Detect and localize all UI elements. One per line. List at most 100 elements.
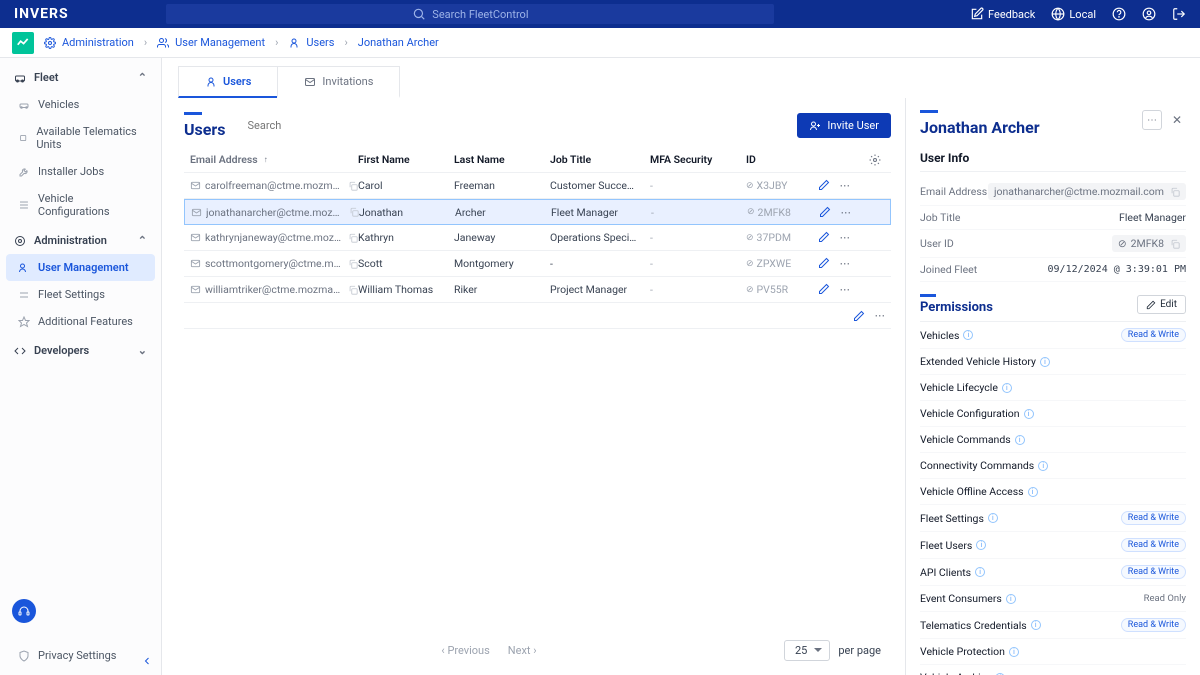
col-jobtitle[interactable]: Job Title bbox=[550, 153, 650, 166]
info-icon[interactable]: i bbox=[1040, 357, 1050, 367]
info-icon[interactable]: i bbox=[1028, 487, 1038, 497]
col-lastname[interactable]: Last Name bbox=[454, 153, 550, 166]
table-row[interactable]: scottmontgomery@ctme.moz.… Scott Montgom… bbox=[184, 251, 891, 277]
edit-icon[interactable] bbox=[853, 310, 865, 322]
help-fab[interactable] bbox=[12, 599, 36, 623]
info-icon[interactable]: i bbox=[1006, 594, 1016, 604]
copy-icon[interactable] bbox=[348, 259, 358, 269]
info-icon[interactable]: i bbox=[1024, 409, 1034, 419]
perm-name: Vehicle Offline Access i bbox=[920, 485, 1038, 498]
edit-row-button[interactable] bbox=[818, 231, 830, 244]
info-icon[interactable]: i bbox=[963, 330, 973, 340]
row-more-button[interactable]: ⋯ bbox=[840, 179, 851, 192]
sidebar-item-fleet-settings[interactable]: Fleet Settings bbox=[6, 281, 155, 308]
edit-row-button[interactable] bbox=[819, 206, 831, 219]
global-search[interactable]: Search FleetControl bbox=[166, 4, 774, 24]
more-button[interactable]: ⋯ bbox=[1142, 110, 1162, 130]
app-icon[interactable] bbox=[12, 32, 34, 54]
copy-icon[interactable] bbox=[348, 233, 358, 243]
userid-chip: ⊘ 2MFK8 bbox=[1112, 235, 1186, 252]
info-icon[interactable]: i bbox=[975, 567, 985, 577]
perm-pill[interactable]: Read & Write bbox=[1121, 511, 1186, 525]
user-icon bbox=[288, 37, 300, 49]
row-more-button[interactable]: ⋯ bbox=[840, 231, 851, 244]
edit-permissions-button[interactable]: Edit bbox=[1137, 295, 1186, 314]
page-size-select[interactable]: 25 bbox=[784, 640, 830, 661]
lastname-value: Archer bbox=[455, 206, 551, 219]
jobtitle-value: - bbox=[550, 257, 650, 270]
sidebar-item-telematics[interactable]: Available Telematics Units bbox=[6, 118, 155, 158]
crumb-user-mgmt[interactable]: User Management bbox=[157, 36, 265, 49]
collapse-sidebar[interactable] bbox=[141, 655, 153, 667]
tab-users[interactable]: Users bbox=[178, 66, 277, 98]
row-more-button[interactable]: ⋯ bbox=[841, 206, 852, 219]
perm-row: Connectivity Commands i bbox=[920, 453, 1186, 479]
info-icon[interactable]: i bbox=[1015, 435, 1025, 445]
chip-icon bbox=[18, 132, 28, 144]
jobtitle-value: Fleet Manager bbox=[551, 206, 651, 219]
edit-row-button[interactable] bbox=[818, 257, 830, 270]
edit-row-button[interactable] bbox=[818, 283, 830, 296]
sidebar-item-installer[interactable]: Installer Jobs bbox=[6, 158, 155, 185]
firstname-value: Scott bbox=[358, 257, 454, 270]
info-icon[interactable]: i bbox=[988, 513, 998, 523]
sidebar-item-vehicles[interactable]: Vehicles bbox=[6, 91, 155, 118]
sidebar-group-dev[interactable]: Developers ⌄ bbox=[6, 337, 155, 364]
next-page[interactable]: Next › bbox=[508, 644, 537, 657]
copy-icon[interactable] bbox=[348, 285, 358, 295]
perm-row: Vehicle Configuration i bbox=[920, 401, 1186, 427]
table-settings[interactable] bbox=[869, 154, 891, 166]
info-icon[interactable]: i bbox=[1002, 383, 1012, 393]
label: Administration bbox=[34, 234, 107, 247]
copy-icon[interactable] bbox=[1170, 187, 1180, 197]
col-id[interactable]: ID bbox=[746, 153, 810, 166]
perm-pill[interactable]: Read & Write bbox=[1121, 328, 1186, 342]
copy-icon[interactable] bbox=[1170, 239, 1180, 249]
local-button[interactable]: Local bbox=[1051, 7, 1096, 21]
tab-invitations[interactable]: Invitations bbox=[277, 66, 400, 98]
feedback-button[interactable]: Feedback bbox=[970, 7, 1035, 21]
perm-pill[interactable]: Read & Write bbox=[1121, 538, 1186, 552]
info-icon[interactable]: i bbox=[976, 540, 986, 550]
search-input[interactable] bbox=[239, 115, 419, 137]
sidebar-group-fleet[interactable]: Fleet ⌃ bbox=[6, 64, 155, 91]
more-icon[interactable]: ⋯ bbox=[875, 309, 886, 322]
close-button[interactable]: ✕ bbox=[1168, 111, 1186, 129]
prev-page[interactable]: ‹ Previous bbox=[441, 644, 489, 657]
sidebar-item-privacy[interactable]: Privacy Settings bbox=[6, 642, 155, 669]
crumb-users[interactable]: Users bbox=[288, 36, 334, 49]
perm-pill[interactable]: Read & Write bbox=[1121, 618, 1186, 632]
copy-icon[interactable] bbox=[349, 207, 359, 217]
table-row[interactable]: jonathanarcher@ctme.mozmail.… Jonathan A… bbox=[184, 199, 891, 225]
wrench-icon bbox=[18, 166, 30, 178]
col-mfa[interactable]: MFA Security bbox=[650, 153, 746, 166]
info-icon[interactable]: i bbox=[1009, 647, 1019, 657]
perm-pill[interactable]: Read & Write bbox=[1121, 565, 1186, 579]
row-more-button[interactable]: ⋯ bbox=[840, 283, 851, 296]
edit-row-button[interactable] bbox=[818, 179, 830, 192]
perm-name: Vehicle Archive i bbox=[920, 671, 1005, 675]
sidebar-item-additional[interactable]: Additional Features bbox=[6, 308, 155, 335]
crumb-admin[interactable]: Administration bbox=[44, 36, 134, 49]
help-icon[interactable] bbox=[1112, 7, 1126, 21]
mfa-value: - bbox=[650, 257, 746, 270]
crumb-label: Administration bbox=[62, 36, 134, 49]
table-row[interactable]: kathrynjaneway@ctme.mozma… Kathryn Janew… bbox=[184, 225, 891, 251]
table-row[interactable]: carolfreeman@ctme.mozmail.c… Carol Freem… bbox=[184, 173, 891, 199]
col-email[interactable]: Email Address ↑ bbox=[190, 153, 358, 166]
info-icon[interactable]: i bbox=[1031, 620, 1041, 630]
sidebar-group-admin[interactable]: Administration ⌃ bbox=[6, 227, 155, 254]
table-row[interactable]: williamtriker@ctme.mozmail.com William T… bbox=[184, 277, 891, 303]
crumb-current: Jonathan Archer bbox=[358, 36, 439, 49]
col-firstname[interactable]: First Name bbox=[358, 153, 454, 166]
topbar: INVERS Search FleetControl Feedback Loca… bbox=[0, 0, 1200, 28]
copy-icon[interactable] bbox=[348, 181, 358, 191]
invite-user-button[interactable]: Invite User bbox=[797, 113, 891, 138]
account-icon[interactable] bbox=[1142, 7, 1156, 21]
crumb-label: Users bbox=[306, 36, 334, 49]
row-more-button[interactable]: ⋯ bbox=[840, 257, 851, 270]
logout-icon[interactable] bbox=[1172, 7, 1186, 21]
info-icon[interactable]: i bbox=[1038, 461, 1048, 471]
sidebar-item-user-mgmt[interactable]: User Management bbox=[6, 254, 155, 281]
sidebar-item-config[interactable]: Vehicle Configurations bbox=[6, 185, 155, 225]
